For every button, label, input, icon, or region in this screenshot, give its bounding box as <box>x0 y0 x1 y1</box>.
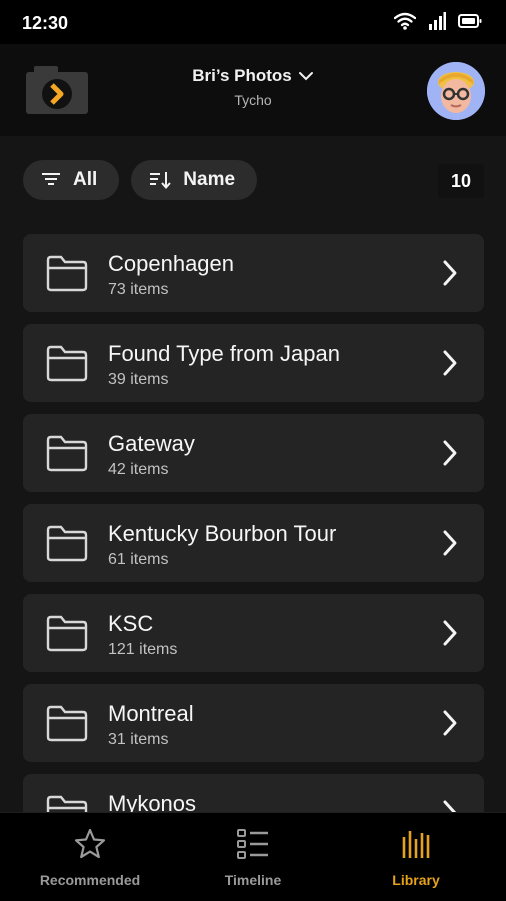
chevron-right-icon <box>443 530 457 556</box>
signal-icon <box>429 12 446 30</box>
library-switcher[interactable]: Bri’s Photos Tycho <box>153 66 353 108</box>
list-item[interactable]: Montreal 31 items <box>23 684 484 762</box>
album-name: Gateway <box>108 431 195 456</box>
app-logo[interactable] <box>24 64 90 116</box>
item-count-badge: 10 <box>438 164 484 198</box>
tab-recommended-label: Recommended <box>39 872 141 888</box>
status-bar: 12:30 <box>0 0 506 44</box>
list-item[interactable]: Kentucky Bourbon Tour 61 items <box>23 504 484 582</box>
sort-icon <box>150 172 172 189</box>
album-name: Copenhagen <box>108 251 235 276</box>
chevron-right-icon <box>443 620 457 646</box>
folder-icon <box>46 255 88 292</box>
app-header: Bri’s Photos Tycho <box>0 44 506 136</box>
album-name: Found Type from Japan <box>108 341 340 366</box>
library-name: Bri’s Photos <box>192 66 292 85</box>
folder-icon <box>46 705 88 742</box>
chevron-down-icon <box>298 72 313 81</box>
tab-timeline-label: Timeline <box>224 872 282 888</box>
filter-button[interactable]: All <box>23 160 120 200</box>
album-count: 42 items <box>108 461 169 478</box>
chevron-right-icon <box>443 710 457 736</box>
album-name: Kentucky Bourbon Tour <box>108 521 337 546</box>
chevron-right-icon <box>443 350 457 376</box>
filter-icon <box>42 173 60 185</box>
album-count: 39 items <box>108 371 169 388</box>
filter-label: All <box>73 169 98 190</box>
list-item[interactable]: Copenhagen 73 items <box>23 234 484 312</box>
status-icons <box>394 12 482 30</box>
bottom-nav: Recommended Timeline Library <box>0 812 506 901</box>
avatar-image <box>427 62 485 120</box>
album-count: 31 items <box>108 731 169 748</box>
tab-recommended[interactable]: Recommended <box>10 827 170 888</box>
chevron-right-icon <box>443 440 457 466</box>
library-books-icon <box>402 831 430 858</box>
star-icon <box>74 828 106 859</box>
album-name: KSC <box>108 611 154 636</box>
timeline-list-icon <box>237 829 268 859</box>
camera-logo-icon <box>26 66 88 114</box>
tab-library-label: Library <box>392 872 440 888</box>
list-item[interactable]: Gateway 42 items <box>23 414 484 492</box>
filter-bar: All Name <box>23 160 258 200</box>
folder-icon <box>46 525 88 562</box>
tab-library[interactable]: Library <box>336 827 496 888</box>
battery-icon <box>458 14 482 28</box>
sort-label: Name <box>183 169 236 190</box>
status-time: 12:30 <box>22 13 69 33</box>
list-item[interactable]: Found Type from Japan 39 items <box>23 324 484 402</box>
library-source: Tycho <box>234 92 272 108</box>
album-name: Montreal <box>108 701 194 726</box>
album-count: 73 items <box>108 281 169 298</box>
album-list[interactable]: Copenhagen 73 items Found Type from Japa… <box>23 234 484 864</box>
album-count: 121 items <box>108 641 178 658</box>
folder-icon <box>46 345 88 382</box>
chevron-right-icon <box>443 260 457 286</box>
list-item[interactable]: KSC 121 items <box>23 594 484 672</box>
album-count: 61 items <box>108 551 169 568</box>
avatar[interactable] <box>427 62 485 120</box>
sort-button[interactable]: Name <box>131 160 258 200</box>
tab-timeline[interactable]: Timeline <box>173 827 333 888</box>
folder-icon <box>46 435 88 472</box>
wifi-icon <box>394 12 416 30</box>
folder-icon <box>46 615 88 652</box>
